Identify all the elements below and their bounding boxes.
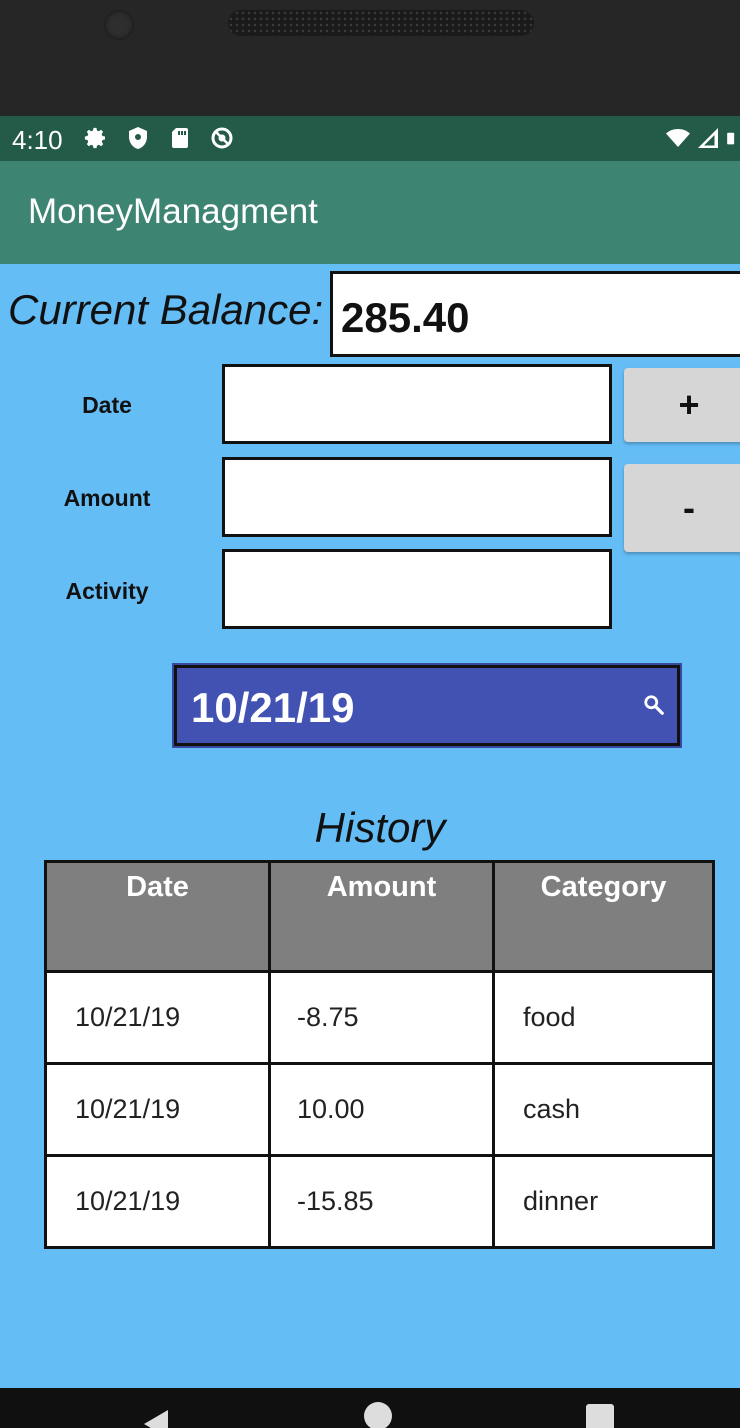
recent-apps-icon[interactable]	[586, 1404, 614, 1428]
main-content: Current Balance: 285.40 Date Amount Acti…	[0, 264, 740, 1388]
earpiece-speaker	[228, 10, 534, 36]
wifi-icon	[666, 129, 690, 147]
balance-label: Current Balance:	[8, 286, 324, 333]
status-bar: 4:10	[0, 116, 740, 161]
cell-amount: -15.85	[268, 1154, 495, 1249]
date-field[interactable]	[222, 364, 612, 444]
navigation-bar	[0, 1388, 740, 1428]
date-label: Date	[82, 392, 132, 418]
home-icon[interactable]	[364, 1402, 392, 1428]
status-time: 4:10	[12, 125, 63, 155]
balance-value: 285.40	[341, 294, 470, 341]
cell-category: food	[492, 970, 715, 1065]
history-table: Date Amount Category 10/21/19 -8.75 food…	[44, 860, 715, 1249]
date-picker-value: 10/21/19	[191, 684, 355, 731]
amount-field[interactable]	[222, 457, 612, 537]
cell-date: 10/21/19	[44, 970, 271, 1065]
cell-amount: -8.75	[268, 970, 495, 1065]
date-picker[interactable]: 10/21/19	[172, 663, 682, 748]
table-row[interactable]: 10/21/19 10.00 cash	[44, 1062, 715, 1157]
shield-icon	[129, 127, 147, 149]
sd-card-icon	[172, 128, 188, 148]
sync-icon	[211, 127, 233, 149]
app-title: MoneyManagment	[28, 192, 318, 231]
cell-amount: 10.00	[268, 1062, 495, 1157]
column-header-category: Category	[492, 860, 715, 973]
column-header-date: Date	[44, 860, 271, 973]
activity-label: Activity	[65, 578, 149, 604]
subtract-button[interactable]: -	[624, 464, 740, 552]
table-row[interactable]: 10/21/19 -15.85 dinner	[44, 1154, 715, 1249]
camera-lens	[104, 10, 134, 40]
cell-category: cash	[492, 1062, 715, 1157]
balance-display: 285.40	[330, 271, 740, 357]
device-bezel	[0, 0, 740, 116]
search-icon[interactable]	[643, 694, 665, 716]
cell-category: dinner	[492, 1154, 715, 1249]
signal-icon	[698, 128, 718, 148]
gear-icon	[84, 127, 105, 149]
add-button[interactable]: +	[624, 368, 740, 442]
history-title: History	[314, 804, 446, 851]
activity-field[interactable]	[222, 549, 612, 629]
table-row[interactable]: 10/21/19 -8.75 food	[44, 970, 715, 1065]
cell-date: 10/21/19	[44, 1154, 271, 1249]
cell-date: 10/21/19	[44, 1062, 271, 1157]
status-icons-right	[666, 125, 740, 151]
back-icon[interactable]	[144, 1410, 168, 1428]
table-header-row: Date Amount Category	[44, 860, 715, 973]
app-bar: MoneyManagment	[0, 161, 740, 264]
column-header-amount: Amount	[268, 860, 495, 973]
amount-label: Amount	[63, 485, 151, 511]
status-icons-left	[84, 125, 234, 151]
battery-icon	[727, 132, 735, 145]
